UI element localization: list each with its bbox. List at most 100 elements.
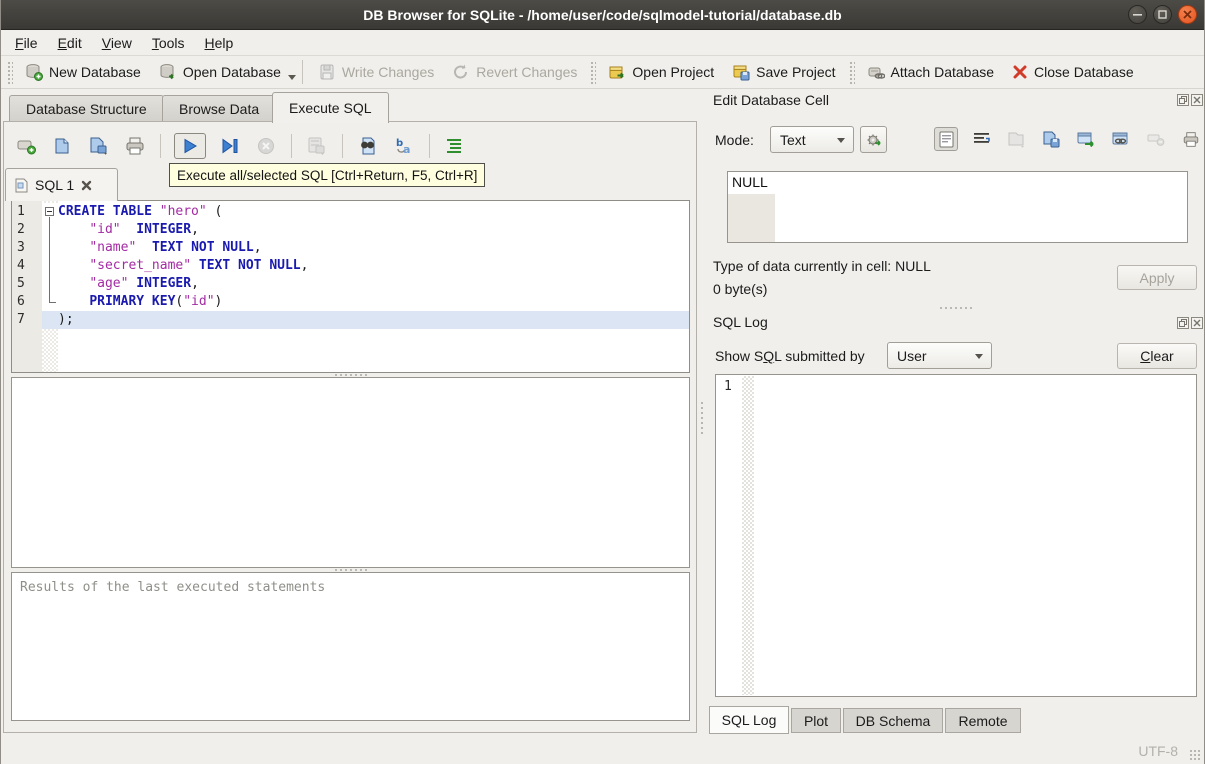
open-in-external-button[interactable] — [1074, 127, 1098, 151]
toolbar-drag-handle[interactable] — [6, 60, 13, 84]
close-database-button[interactable]: Close Database — [1003, 58, 1143, 86]
revert-changes-button[interactable]: Revert Changes — [443, 58, 586, 86]
fold-collapse-icon[interactable] — [45, 207, 54, 216]
dock-float-button[interactable] — [1177, 317, 1189, 329]
results-table-pane[interactable] — [11, 377, 690, 568]
close-tab-icon[interactable] — [81, 180, 92, 191]
bottom-tab-sql-log[interactable]: SQL Log — [709, 706, 789, 734]
format-lines-icon — [447, 139, 461, 153]
save-results-button[interactable] — [305, 133, 329, 159]
toolbar-separator — [301, 60, 303, 84]
dock-close-button[interactable] — [1191, 317, 1203, 329]
toolbar-separator — [291, 134, 292, 158]
editor-line: 4 "secret_name" TEXT NOT NULL, — [17, 257, 309, 275]
close-icon — [1193, 96, 1201, 104]
sql-file-tab[interactable]: SQL 1 — [5, 168, 118, 201]
edit-cell-title: Edit Database Cell — [713, 92, 829, 108]
import-file-icon — [1008, 132, 1024, 148]
tab-browse-data[interactable]: Browse Data — [162, 95, 277, 122]
stop-button[interactable] — [254, 133, 278, 159]
revert-changes-icon — [454, 64, 468, 79]
tab-database-structure[interactable]: Database Structure — [9, 95, 164, 122]
set-null-icon — [1147, 134, 1165, 146]
format-sql-button[interactable] — [443, 133, 467, 159]
vertical-splitter-handle[interactable] — [699, 400, 705, 436]
menu-view[interactable]: View — [92, 33, 142, 53]
float-icon — [1179, 96, 1187, 104]
bottom-tab-plot[interactable]: Plot — [791, 708, 841, 733]
status-bar: UTF-8 — [1, 737, 1204, 764]
replace-icon: b a — [396, 138, 410, 156]
encoding-indicator[interactable]: UTF-8 — [1138, 743, 1178, 759]
print-cell-button[interactable] — [1179, 127, 1203, 151]
print-sql-button[interactable] — [123, 133, 147, 159]
open-project-button[interactable]: Open Project — [599, 58, 723, 86]
import-cell-data-button[interactable] — [1004, 127, 1028, 151]
minimize-button[interactable] — [1128, 5, 1147, 24]
new-sql-tab-button[interactable] — [15, 133, 39, 159]
toolbar-drag-handle[interactable] — [847, 60, 855, 84]
new-database-button[interactable]: New Database — [16, 58, 150, 86]
write-changes-icon — [320, 64, 334, 80]
open-external-icon — [1077, 132, 1094, 147]
write-changes-button[interactable]: Write Changes — [309, 58, 443, 86]
menubar: File Edit View Tools Help — [1, 30, 1204, 56]
apply-button[interactable]: Apply — [1117, 265, 1197, 290]
find-button[interactable] — [356, 133, 380, 159]
menu-file[interactable]: File — [5, 33, 48, 53]
execute-all-button[interactable] — [174, 133, 206, 159]
open-database-button[interactable]: Open Database — [150, 58, 290, 86]
sql-log-view[interactable]: 1 — [715, 374, 1197, 697]
cell-value-editor[interactable]: NULL — [727, 171, 1188, 243]
printer-icon — [1183, 131, 1199, 147]
menu-tools[interactable]: Tools — [142, 33, 195, 53]
word-wrap-button[interactable] — [969, 127, 993, 151]
menu-edit[interactable]: Edit — [48, 33, 92, 53]
execution-status-pane[interactable]: Results of the last executed statements — [11, 572, 690, 721]
toolbar-drag-handle[interactable] — [589, 60, 597, 84]
titlebar[interactable]: DB Browser for SQLite - /home/user/code/… — [1, 0, 1204, 30]
clear-log-button[interactable]: Clear — [1117, 343, 1197, 369]
stop-icon — [258, 138, 274, 154]
replace-button[interactable]: b a — [392, 133, 416, 159]
app-window: { "window": { "title": "DB Browser for S… — [0, 0, 1205, 764]
set-null-button[interactable] — [1144, 127, 1168, 151]
chevron-down-icon — [975, 354, 983, 359]
bottom-tab-db-schema[interactable]: DB Schema — [843, 708, 943, 733]
copy-link-button[interactable] — [1109, 127, 1133, 151]
export-cell-data-button[interactable] — [1039, 127, 1063, 151]
close-button[interactable] — [1178, 5, 1197, 24]
open-file-icon — [55, 138, 69, 154]
dock-close-button[interactable] — [1191, 94, 1203, 106]
save-sql-file-button[interactable] — [87, 133, 111, 159]
bottom-tab-remote[interactable]: Remote — [945, 708, 1021, 733]
gear-arrow-icon — [867, 134, 881, 146]
editor-line-current: 7 ); — [12, 311, 689, 329]
dock-float-button[interactable] — [1177, 94, 1189, 106]
sql-log-title: SQL Log — [713, 314, 768, 330]
mode-select[interactable]: Text — [770, 126, 854, 153]
sql-editor[interactable]: 1 CREATE TABLE "hero" ( 2 "id" INTEGER, … — [11, 200, 690, 373]
tab-execute-sql[interactable]: Execute SQL — [272, 92, 389, 123]
execute-line-button[interactable] — [218, 133, 242, 159]
sql-toolbar: b a — [15, 131, 467, 161]
open-sql-file-button[interactable] — [51, 133, 75, 159]
open-database-dropdown-caret[interactable] — [287, 74, 296, 80]
sql-log-filter-select[interactable]: User — [887, 342, 992, 369]
project-open-icon — [609, 66, 625, 79]
text-mode-button[interactable] — [934, 127, 958, 151]
cell-type-info: Type of data currently in cell: NULL — [713, 258, 931, 274]
menu-help[interactable]: Help — [195, 33, 244, 53]
float-icon — [1179, 319, 1187, 327]
save-project-button[interactable]: Save Project — [723, 58, 844, 86]
play-to-line-icon — [222, 138, 238, 154]
cell-size-info: 0 byte(s) — [713, 281, 768, 297]
toolbar-separator — [429, 134, 430, 158]
auto-switch-mode-button[interactable] — [860, 126, 887, 153]
maximize-button[interactable] — [1153, 5, 1172, 24]
chevron-down-icon — [837, 138, 845, 143]
toolbar-separator — [342, 134, 343, 158]
dock-splitter-handle[interactable] — [939, 306, 973, 310]
attach-database-button[interactable]: Attach Database — [858, 58, 1004, 86]
resize-grip[interactable] — [1189, 749, 1201, 761]
